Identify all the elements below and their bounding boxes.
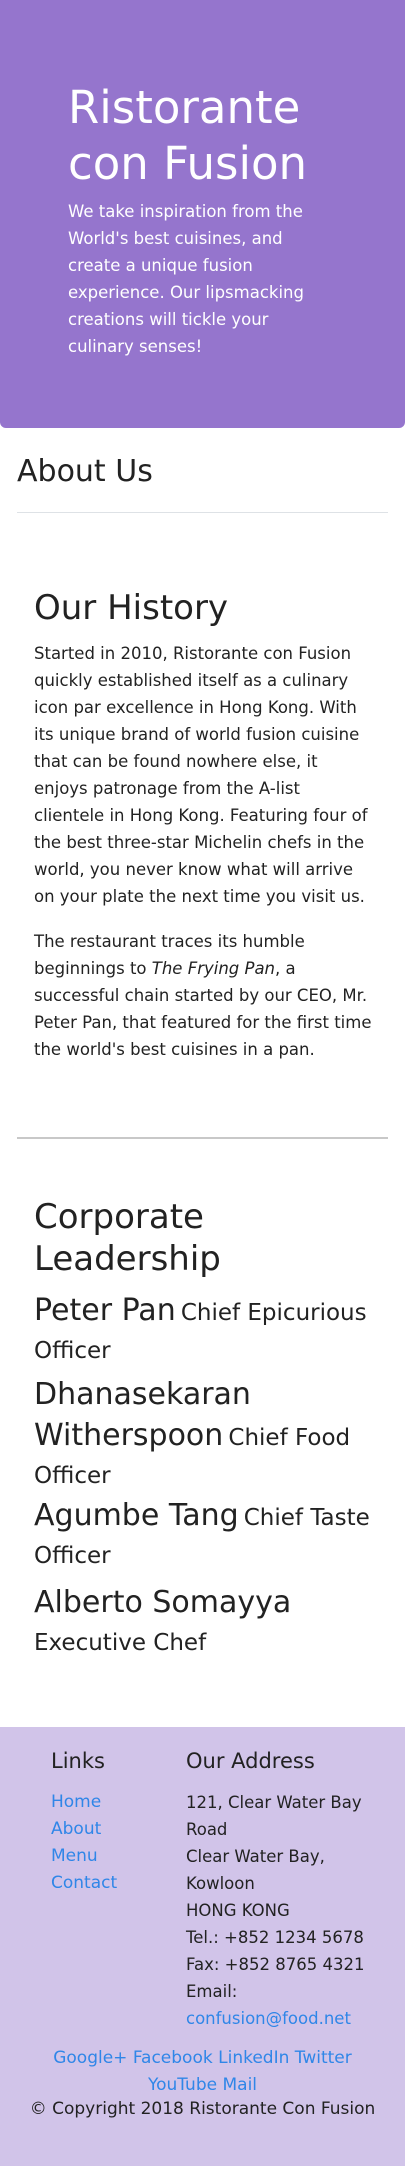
- jumbotron: Ristorante con Fusion We take inspiratio…: [0, 0, 405, 428]
- about-link[interactable]: About: [51, 1819, 101, 1839]
- email-row: confusion@food.net: [186, 2005, 376, 2032]
- leader-item: Dhanasekaran Witherspoon Chief Food Offi…: [34, 1376, 374, 1496]
- links-heading: Links: [51, 1749, 105, 1773]
- leader-item: Peter Pan Chief Epicurious Officer: [34, 1292, 374, 1371]
- address-block: 121, Clear Water Bay Road Clear Water Ba…: [186, 1789, 376, 2032]
- leader-name: Alberto Somayya: [34, 1585, 292, 1620]
- leader-item: Alberto Somayya Executive Chef: [34, 1584, 374, 1663]
- youtube-link[interactable]: YouTube: [148, 2075, 217, 2095]
- facebook-link[interactable]: Facebook: [133, 2048, 213, 2068]
- jumbotron-text: We take inspiration from the World's bes…: [68, 202, 304, 356]
- leader-item: Agumbe Tang Chief Taste Officer: [34, 1497, 374, 1576]
- address-line: HONG KONG: [186, 1901, 290, 1920]
- divider: [17, 1137, 388, 1139]
- footer-links: Home About Menu Contact: [51, 1789, 117, 1897]
- history-paragraph-1: Started in 2010, Ristorante con Fusion q…: [34, 644, 368, 906]
- divider: [17, 512, 388, 513]
- home-link[interactable]: Home: [51, 1792, 101, 1812]
- footer: Links Home About Menu Contact Our Addres…: [0, 1727, 405, 2166]
- leader-name: Dhanasekaran Witherspoon: [34, 1377, 251, 1453]
- address-line: Clear Water Bay, Kowloon: [186, 1847, 325, 1893]
- linkedin-link[interactable]: LinkedIn: [218, 2048, 289, 2068]
- footer-link-contact: Contact: [51, 1870, 117, 1897]
- address-heading: Our Address: [186, 1749, 315, 1773]
- email-link[interactable]: confusion@food.net: [186, 2009, 351, 2028]
- address-line: 121, Clear Water Bay Road: [186, 1793, 362, 1839]
- phone-number: Tel.: +852 1234 5678: [186, 1928, 364, 1947]
- page-title: About Us: [17, 454, 153, 489]
- restaurant-title: Ristorante con Fusion: [68, 81, 308, 190]
- history-heading: Our History: [34, 588, 229, 628]
- social-links: Google+ Facebook LinkedIn Twitter YouTub…: [20, 2045, 385, 2099]
- twitter-link[interactable]: Twitter: [295, 2048, 352, 2068]
- contact-link[interactable]: Contact: [51, 1873, 117, 1893]
- mail-link[interactable]: Mail: [223, 2075, 258, 2095]
- footer-link-home: Home: [51, 1789, 117, 1816]
- footer-link-menu: Menu: [51, 1843, 117, 1870]
- fax-number: Fax: +852 8765 4321: [186, 1955, 365, 1974]
- footer-link-about: About: [51, 1816, 117, 1843]
- frying-pan-title: The Frying Pan: [151, 959, 276, 978]
- leadership-heading: Corporate Leadership: [34, 1197, 221, 1279]
- leader-name: Agumbe Tang: [34, 1498, 239, 1533]
- copyright: © Copyright 2018 Ristorante Con Fusion: [29, 2099, 376, 2119]
- leader-name: Peter Pan: [34, 1293, 176, 1328]
- menu-link[interactable]: Menu: [51, 1846, 98, 1866]
- history-paragraph-2: The restaurant traces its humble beginni…: [34, 928, 374, 1063]
- email-label: Email:: [186, 1982, 238, 2001]
- leader-role: Executive Chef: [34, 1630, 207, 1656]
- google-plus-link[interactable]: Google+: [53, 2048, 127, 2068]
